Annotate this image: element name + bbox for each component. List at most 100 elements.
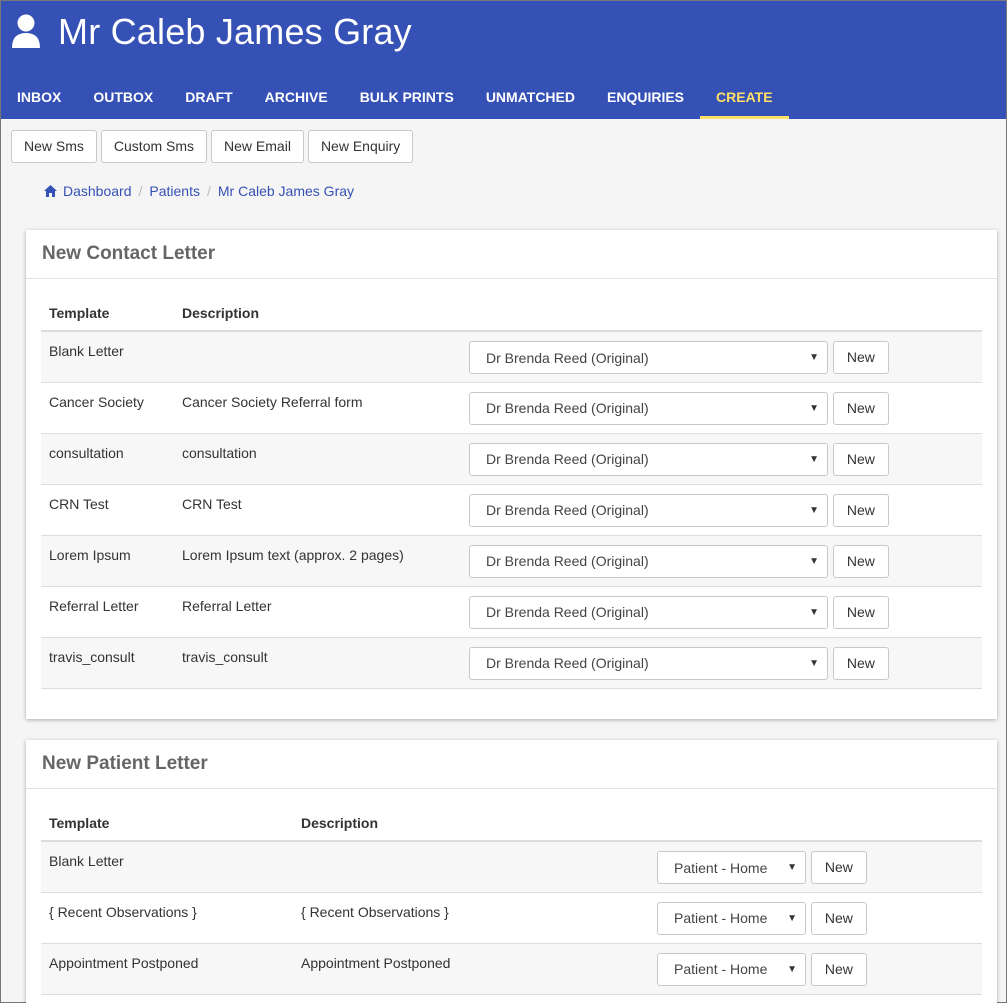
new-letter-button[interactable]: New	[832, 595, 889, 629]
table-row: travis_consult travis_consult Dr Brenda Re…	[41, 637, 982, 689]
sender-select-value: Dr Brenda Reed (Original)	[486, 451, 649, 467]
column-header-template: Template	[41, 805, 293, 842]
table-row: Referral Letter Referral Letter Dr Brenda …	[41, 586, 982, 638]
custom-sms-button[interactable]: Custom Sms	[100, 130, 208, 163]
user-icon	[12, 14, 40, 48]
caret-down-icon: ▼	[787, 963, 797, 975]
contact-letter-table: Template Description Blank Letter Dr Bren…	[41, 295, 982, 689]
table-row: Cancer Society Cancer Society Referral fo…	[41, 382, 982, 434]
caret-down-icon: ▼	[809, 402, 819, 414]
template-description: CRN Test	[174, 484, 461, 536]
column-header-actions	[649, 805, 982, 842]
sender-select[interactable]: Dr Brenda Reed (Original) ▼	[469, 391, 828, 425]
sender-select[interactable]: Dr Brenda Reed (Original) ▼	[469, 595, 828, 629]
sender-select-value: Patient - Home	[674, 961, 768, 977]
caret-down-icon: ▼	[809, 555, 819, 567]
row-actions: Dr Brenda Reed (Original) ▼ New	[461, 535, 982, 587]
sender-select-value: Dr Brenda Reed (Original)	[486, 553, 649, 569]
nav-enquiries[interactable]: ENQUIRIES	[591, 77, 700, 119]
main-nav: INBOX OUTBOX DRAFT ARCHIVE BULK PRINTS U…	[1, 77, 789, 119]
template-description: Referral Letter	[174, 586, 461, 638]
new-letter-button[interactable]: New	[832, 341, 889, 374]
template-description: travis_consult	[174, 637, 461, 689]
action-toolbar: New Sms Custom Sms New Email New Enquiry	[11, 130, 414, 163]
template-name: consultation	[41, 433, 174, 485]
app-header: Mr Caleb James Gray INBOX OUTBOX DRAFT A…	[1, 1, 1006, 119]
sender-select[interactable]: Dr Brenda Reed (Original) ▼	[469, 341, 828, 374]
sender-select-value: Dr Brenda Reed (Original)	[486, 502, 649, 518]
template-description: Cancer Society Referral form	[174, 382, 461, 434]
nav-bulk-prints[interactable]: BULK PRINTS	[344, 77, 470, 119]
sender-select[interactable]: Dr Brenda Reed (Original) ▼	[469, 442, 828, 476]
row-actions: Patient - Home ▼ New	[649, 892, 982, 944]
new-letter-button[interactable]: New	[810, 901, 867, 935]
patient-letter-card: New Patient Letter Template Description …	[26, 740, 997, 1003]
new-sms-button[interactable]: New Sms	[11, 130, 97, 163]
template-name: { Recent Observations }	[41, 892, 293, 944]
breadcrumb: Dashboard / Patients / Mr Caleb James Gr…	[44, 183, 354, 199]
row-actions: Dr Brenda Reed (Original) ▼ New	[461, 331, 982, 383]
column-header-description: Description	[293, 805, 649, 842]
new-email-button[interactable]: New Email	[211, 130, 304, 163]
page-title: Mr Caleb James Gray	[58, 11, 412, 52]
table-row: consultation consultation Dr Brenda Reed (…	[41, 433, 982, 485]
table-row: CRN Test CRN Test Dr Brenda Reed (Original…	[41, 484, 982, 536]
sender-select[interactable]: Patient - Home ▼	[657, 851, 806, 884]
patient-letter-table: Template Description Blank Letter Patient…	[41, 805, 982, 995]
template-name: CRN Test	[41, 484, 174, 536]
new-letter-button[interactable]: New	[832, 493, 889, 527]
sender-select-value: Dr Brenda Reed (Original)	[486, 604, 649, 620]
new-letter-button[interactable]: New	[810, 952, 867, 986]
template-description	[174, 331, 461, 383]
sender-select-value: Dr Brenda Reed (Original)	[486, 400, 649, 416]
card-title: New Patient Letter	[26, 740, 997, 789]
row-actions: Dr Brenda Reed (Original) ▼ New	[461, 484, 982, 536]
nav-unmatched[interactable]: UNMATCHED	[470, 77, 591, 119]
row-actions: Dr Brenda Reed (Original) ▼ New	[461, 433, 982, 485]
new-enquiry-button[interactable]: New Enquiry	[307, 130, 414, 163]
nav-create[interactable]: CREATE	[700, 77, 789, 119]
nav-archive[interactable]: ARCHIVE	[249, 77, 344, 119]
sender-select[interactable]: Patient - Home ▼	[657, 952, 806, 986]
template-name: Appointment Postponed	[41, 943, 293, 995]
contact-letter-card: New Contact Letter Template Description …	[26, 230, 997, 719]
template-description: Appointment Postponed	[293, 943, 649, 995]
sender-select[interactable]: Dr Brenda Reed (Original) ▼	[469, 493, 828, 527]
template-name: Blank Letter	[41, 841, 293, 893]
new-letter-button[interactable]: New	[832, 391, 889, 425]
card-title: New Contact Letter	[26, 230, 997, 279]
sender-select[interactable]: Dr Brenda Reed (Original) ▼	[469, 544, 828, 578]
template-description: { Recent Observations }	[293, 892, 649, 944]
row-actions: Dr Brenda Reed (Original) ▼ New	[461, 586, 982, 638]
sender-select[interactable]: Dr Brenda Reed (Original) ▼	[469, 646, 828, 680]
new-letter-button[interactable]: New	[810, 851, 867, 884]
nav-outbox[interactable]: OUTBOX	[77, 77, 169, 119]
sender-select[interactable]: Patient - Home ▼	[657, 901, 806, 935]
breadcrumb-patients[interactable]: Patients	[149, 183, 200, 199]
nav-draft[interactable]: DRAFT	[169, 77, 248, 119]
home-icon	[44, 185, 57, 197]
column-header-actions	[461, 295, 982, 332]
breadcrumb-dashboard[interactable]: Dashboard	[63, 183, 132, 199]
table-row: Appointment Postponed Appointment Postpon…	[41, 943, 982, 995]
template-description: consultation	[174, 433, 461, 485]
template-description	[293, 841, 649, 893]
new-letter-button[interactable]: New	[832, 646, 889, 680]
template-name: Blank Letter	[41, 331, 174, 383]
template-name: Referral Letter	[41, 586, 174, 638]
caret-down-icon: ▼	[809, 606, 819, 618]
table-row: { Recent Observations }{ Recent Observat…	[41, 892, 982, 944]
template-name: Cancer Society	[41, 382, 174, 434]
column-header-description: Description	[174, 295, 461, 332]
row-actions: Dr Brenda Reed (Original) ▼ New	[461, 637, 982, 689]
new-letter-button[interactable]: New	[832, 544, 889, 578]
caret-down-icon: ▼	[787, 862, 797, 873]
table-row: Blank Letter Patient - Home ▼ New	[41, 841, 982, 893]
breadcrumb-patient[interactable]: Mr Caleb James Gray	[218, 183, 354, 199]
template-name: Lorem Ipsum	[41, 535, 174, 587]
caret-down-icon: ▼	[809, 504, 819, 516]
sender-select-value: Patient - Home	[674, 859, 768, 876]
breadcrumb-separator: /	[138, 183, 143, 199]
new-letter-button[interactable]: New	[832, 442, 889, 476]
nav-inbox[interactable]: INBOX	[1, 77, 77, 119]
